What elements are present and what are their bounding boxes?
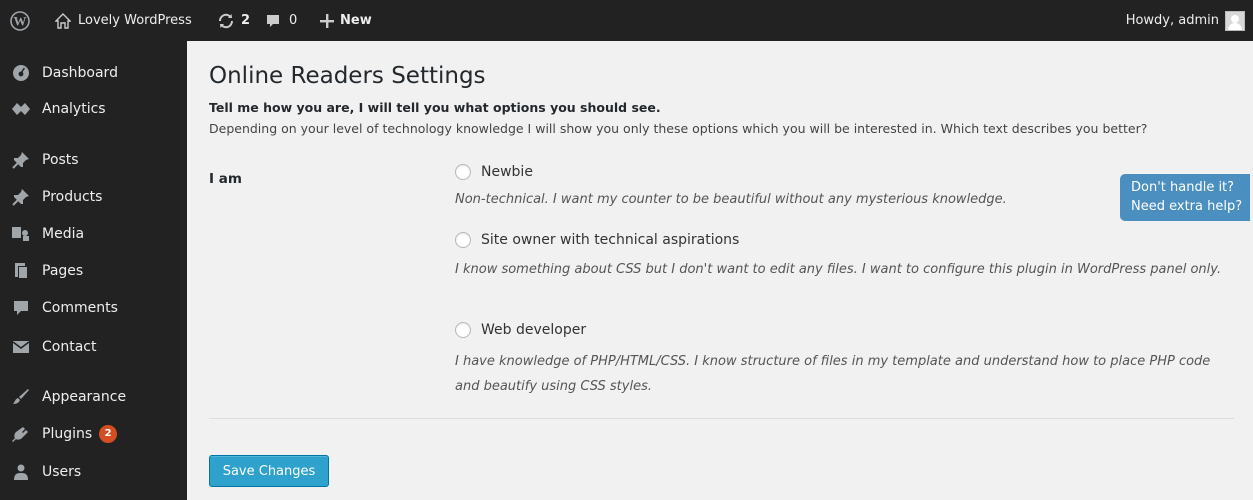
avatar [1225,10,1245,31]
mail-icon [11,337,31,357]
wordpress-logo-icon[interactable]: W [10,0,30,41]
new-content-link[interactable]: New [320,0,372,41]
intro-description: Depending on your level of technology kn… [209,121,1148,136]
sidebar-item-label: Users [42,464,82,480]
admin-sidebar: Dashboard Analytics Posts Products Media… [0,41,187,500]
comments-link[interactable]: 0 [265,0,297,41]
home-icon [55,12,71,29]
option-newbie[interactable]: Newbie [455,164,533,180]
option-label[interactable]: Newbie [481,164,533,180]
plugin-update-badge: 2 [99,425,118,443]
new-label: New [340,13,372,28]
comment-icon [11,298,31,318]
svg-text:W: W [14,13,27,28]
admin-bar: W Lovely WordPress 2 0 New Howdy, admin [0,0,1253,41]
sidebar-item-label: Products [42,189,103,205]
main-content: Online Readers Settings Tell me how you … [187,41,1253,500]
option-description: Non-technical. I want my counter to be b… [455,192,1007,207]
option-label[interactable]: Web developer [481,322,586,338]
sidebar-item-users[interactable]: Users [0,454,187,490]
intro-heading: Tell me how you are, I will tell you wha… [209,100,661,115]
sidebar-item-posts[interactable]: Posts [0,142,187,178]
dashboard-icon [11,63,31,83]
sidebar-item-pages[interactable]: Pages [0,253,187,289]
newbie-radio[interactable] [455,164,471,180]
howdy-text: Howdy, admin [1125,13,1219,28]
sidebar-item-dashboard[interactable]: Dashboard [0,55,187,91]
site-name-link[interactable]: Lovely WordPress [55,0,192,41]
sidebar-item-contact[interactable]: Contact [0,329,187,365]
sidebar-item-label: Posts [42,152,79,168]
option-site-owner[interactable]: Site owner with technical aspirations [455,232,739,248]
site-owner-radio[interactable] [455,232,471,248]
site-name: Lovely WordPress [78,13,192,28]
sidebar-item-comments[interactable]: Comments [0,290,187,326]
extra-help-button[interactable]: Don't handle it? Need extra help? [1120,174,1250,221]
sidebar-item-label: Contact [42,339,97,355]
option-web-developer[interactable]: Web developer [455,322,586,338]
sidebar-item-label: Media [42,226,85,242]
analytics-icon [11,99,31,119]
sidebar-item-media[interactable]: Media [0,216,187,252]
save-changes-button[interactable]: Save Changes [209,455,329,487]
option-description: I have knowledge of PHP/HTML/CSS. I know… [455,354,1211,394]
sidebar-item-label: Pages [42,263,84,279]
sidebar-item-label: Analytics [42,101,106,117]
plug-icon [11,424,31,444]
sidebar-item-products[interactable]: Products [0,179,187,215]
sidebar-item-appearance[interactable]: Appearance [0,379,187,415]
updates-count: 2 [241,13,251,28]
media-icon [11,224,31,244]
help-line-2: Need extra help? [1131,199,1243,214]
pin-icon [11,187,31,207]
sidebar-item-label: Comments [42,300,118,316]
plus-icon [320,13,334,28]
pages-icon [11,261,31,281]
page-title: Online Readers Settings [209,63,486,89]
sidebar-item-analytics[interactable]: Analytics [0,91,187,127]
web-developer-radio[interactable] [455,322,471,338]
help-line-1: Don't handle it? [1131,180,1235,195]
sidebar-item-label: Plugins [42,426,93,442]
field-label-i-am: I am [209,171,242,187]
sidebar-item-label: Appearance [42,389,127,405]
option-label[interactable]: Site owner with technical aspirations [481,232,739,248]
comments-count: 0 [289,13,298,28]
brush-icon [11,387,31,407]
users-icon [11,462,31,482]
refresh-icon [217,12,235,30]
updates-link[interactable]: 2 [217,0,250,41]
option-description: I know something about CSS but I don't w… [455,262,1222,277]
user-account-menu[interactable]: Howdy, admin [1126,0,1245,41]
comment-bubble-icon [265,13,281,29]
pin-icon [11,150,31,170]
sidebar-item-plugins[interactable]: Plugins 2 [0,416,187,452]
sidebar-item-label: Dashboard [42,65,118,81]
section-divider [209,418,1234,419]
